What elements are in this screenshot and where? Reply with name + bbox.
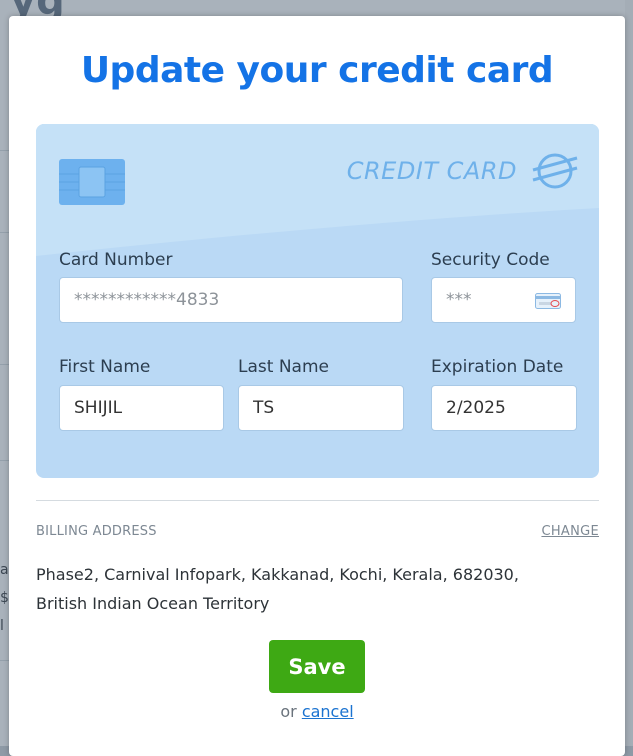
background-scroll-edge [625, 0, 633, 746]
expiration-date-input[interactable] [431, 385, 577, 431]
security-code-label: Security Code [431, 250, 550, 270]
last-name-input[interactable] [238, 385, 404, 431]
card-number-input[interactable] [59, 277, 403, 323]
card-chip-icon [59, 159, 125, 205]
cvv-card-icon [535, 293, 561, 309]
expiration-date-label: Expiration Date [431, 357, 564, 377]
address-line: Phase2, Carnival Infopark, Kakkanad, Koc… [36, 565, 519, 584]
card-number-label: Card Number [59, 250, 173, 270]
background-text: $ [0, 590, 9, 606]
section-divider [36, 500, 599, 501]
cancel-link[interactable]: cancel [302, 702, 354, 721]
save-button[interactable]: Save [269, 640, 365, 693]
last-name-label: Last Name [238, 357, 329, 377]
change-address-link[interactable]: CHANGE [541, 524, 599, 539]
security-code-placeholder: *** [446, 290, 472, 310]
billing-address-text: Phase2, Carnival Infopark, Kakkanad, Koc… [36, 560, 596, 618]
first-name-label: First Name [59, 357, 151, 377]
first-name-input[interactable] [59, 385, 224, 431]
background-text: a [0, 562, 9, 578]
cancel-row: or cancel [9, 702, 625, 721]
update-card-modal: Update your credit card CREDIT CARD Card… [9, 16, 625, 756]
card-brand-logo-icon [532, 153, 578, 189]
modal-title: Update your credit card [80, 50, 554, 91]
background-text: l [0, 618, 4, 634]
credit-card-form: CREDIT CARD Card Number Security Code **… [36, 124, 599, 478]
billing-address-label: BILLING ADDRESS [36, 524, 157, 539]
card-brand-label: CREDIT CARD [346, 157, 517, 185]
security-code-input[interactable]: *** [431, 277, 576, 323]
cancel-prefix: or [280, 702, 297, 721]
address-line: British Indian Ocean Territory [36, 594, 270, 613]
